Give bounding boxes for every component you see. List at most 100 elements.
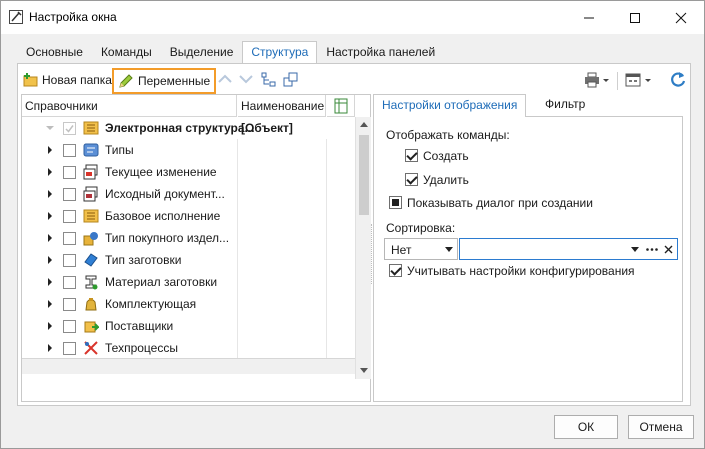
row-checkbox[interactable] xyxy=(63,320,76,333)
tree-row[interactable]: Тип покупного издел... xyxy=(22,227,355,249)
row-checkbox[interactable] xyxy=(63,298,76,311)
refresh-button[interactable] xyxy=(669,71,687,89)
config-label: Учитывать настройки конфигурирования xyxy=(407,264,635,278)
row-checkbox[interactable] xyxy=(63,122,76,135)
tab-filter[interactable]: Фильтр xyxy=(537,94,593,116)
row-checkbox[interactable] xyxy=(63,188,76,201)
sort-field-input[interactable] xyxy=(459,238,678,260)
tree-row[interactable]: Материал заготовки xyxy=(22,271,355,293)
expand-arrow-icon[interactable] xyxy=(48,146,52,154)
tree-row-label: Тип заготовки xyxy=(105,253,182,267)
column-header-directories[interactable]: Справочники xyxy=(22,95,237,117)
main-tabs: Основные Команды Выделение Структура Нас… xyxy=(17,41,444,64)
tab-structure[interactable]: Структура xyxy=(242,41,318,64)
tree-row[interactable]: Базовое исполнение xyxy=(22,205,355,227)
create-label: Создать xyxy=(423,149,469,163)
tab-panel-settings[interactable]: Настройка панелей xyxy=(317,41,444,63)
copy-icon xyxy=(283,72,298,87)
minimize-button[interactable] xyxy=(566,1,612,34)
display-settings-panel: Отображать команды: Создать Удалить Пока… xyxy=(373,116,683,402)
copy-button[interactable] xyxy=(283,72,299,88)
expand-arrow-icon[interactable] xyxy=(48,190,52,198)
tree-row[interactable]: Поставщики xyxy=(22,315,355,337)
maximize-button[interactable] xyxy=(612,1,658,34)
tree-row-label: Типы xyxy=(105,143,134,157)
tree-row[interactable]: Техпроцессы xyxy=(22,337,355,358)
structure-panel: Новая папка Переменные Справочники Наиме… xyxy=(17,63,691,406)
document-icon xyxy=(83,186,99,202)
sort-mode-select[interactable]: Нет xyxy=(384,238,458,260)
move-up-button[interactable] xyxy=(218,74,232,84)
tree-row-label: Электронная структура... xyxy=(105,121,255,135)
field-dropdown-icon[interactable] xyxy=(631,247,639,252)
expand-arrow-icon[interactable] xyxy=(48,300,52,308)
chevron-down-icon xyxy=(239,75,253,84)
vertical-scrollbar[interactable] xyxy=(355,117,371,379)
close-button[interactable] xyxy=(658,1,704,34)
tree-rows: Электронная структура... [Объект] Типы Теку… xyxy=(22,117,355,358)
row-checkbox[interactable] xyxy=(63,342,76,355)
directories-tree[interactable]: Справочники Наименование Электронная стр… xyxy=(21,94,371,402)
new-folder-button[interactable]: Новая папка xyxy=(23,72,112,88)
expand-arrow-icon[interactable] xyxy=(48,212,52,220)
tree-row-label: Текущее изменение xyxy=(105,165,217,179)
expand-arrow-icon[interactable] xyxy=(48,256,52,264)
purchase-icon xyxy=(83,230,99,246)
hierarchy-icon xyxy=(261,72,276,87)
expand-arrow-icon[interactable] xyxy=(48,278,52,286)
tree-row[interactable]: Типы xyxy=(22,139,355,161)
print-button[interactable] xyxy=(584,72,610,88)
tab-commands[interactable]: Команды xyxy=(92,41,161,63)
display-settings: Настройки отображения Фильтр Отображать … xyxy=(373,94,689,404)
printer-icon xyxy=(585,72,609,88)
delete-checkbox[interactable] xyxy=(405,173,418,186)
tree-row-label: Тип покупного издел... xyxy=(105,231,230,245)
tree-row-label: Исходный документ... xyxy=(105,187,225,201)
component-icon xyxy=(83,296,99,312)
collapse-arrow-icon[interactable] xyxy=(46,126,54,130)
ok-button[interactable]: ОК xyxy=(554,415,618,439)
horizontal-scrollbar[interactable] xyxy=(22,358,355,374)
expand-arrow-icon[interactable] xyxy=(48,344,52,352)
new-folder-icon xyxy=(23,73,38,87)
scroll-thumb[interactable] xyxy=(359,135,369,215)
expand-arrow-icon[interactable] xyxy=(48,322,52,330)
row-checkbox[interactable] xyxy=(63,276,76,289)
clear-icon[interactable] xyxy=(664,245,673,254)
ellipsis-icon[interactable] xyxy=(646,248,658,251)
cancel-button[interactable]: Отмена xyxy=(628,415,694,439)
create-checkbox[interactable] xyxy=(405,149,418,162)
tree-row[interactable]: Электронная структура... [Объект] xyxy=(22,117,355,139)
tree-row[interactable]: Тип заготовки xyxy=(22,249,355,271)
tree-row[interactable]: Исходный документ... xyxy=(22,183,355,205)
sort-label: Сортировка: xyxy=(386,221,456,235)
column-chooser-button[interactable] xyxy=(327,95,355,117)
row-checkbox[interactable] xyxy=(63,144,76,157)
row-checkbox[interactable] xyxy=(63,254,76,267)
tab-general[interactable]: Основные xyxy=(17,41,92,63)
move-down-button[interactable] xyxy=(239,74,253,84)
column-chooser-icon xyxy=(334,98,347,113)
view-settings-button[interactable] xyxy=(625,72,653,88)
pencil-icon xyxy=(119,74,133,88)
tree-row[interactable]: Текущее изменение xyxy=(22,161,355,183)
row-checkbox[interactable] xyxy=(63,166,76,179)
row-checkbox[interactable] xyxy=(63,232,76,245)
column-header-name[interactable]: Наименование xyxy=(238,95,326,117)
app-icon xyxy=(9,10,23,24)
process-icon xyxy=(83,340,99,356)
tab-selection[interactable]: Выделение xyxy=(161,41,243,63)
close-icon xyxy=(675,12,687,23)
tree-row-label: Комплектующая xyxy=(105,297,197,311)
tree-row[interactable]: Комплектующая xyxy=(22,293,355,315)
refresh-icon xyxy=(671,72,686,87)
expand-arrow-icon[interactable] xyxy=(48,168,52,176)
tab-display-settings[interactable]: Настройки отображения xyxy=(373,94,527,117)
hierarchy-button[interactable] xyxy=(261,72,277,88)
config-checkbox[interactable] xyxy=(389,264,402,277)
expand-arrow-icon[interactable] xyxy=(48,234,52,242)
variables-button[interactable]: Переменные xyxy=(112,68,216,94)
tree-row-value: [Объект] xyxy=(241,121,293,135)
row-checkbox[interactable] xyxy=(63,210,76,223)
show-dialog-checkbox[interactable] xyxy=(389,196,402,209)
